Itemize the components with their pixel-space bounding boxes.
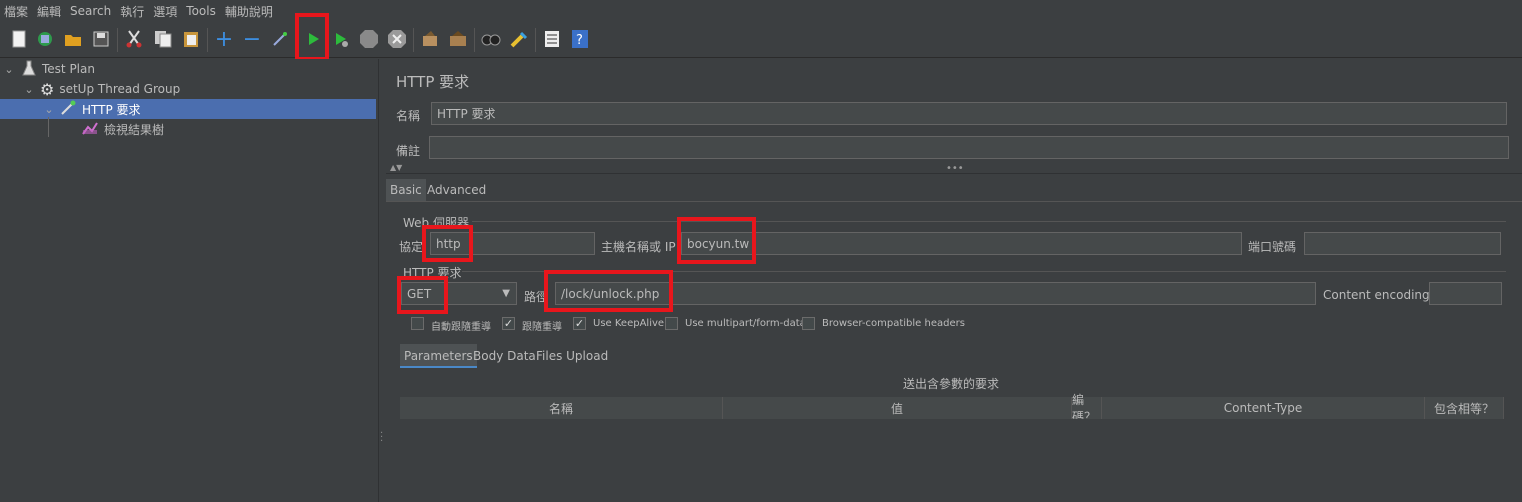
toggle-icon[interactable] [269,28,291,50]
collapse-icon[interactable]: − [241,27,263,52]
collapse-arrows-icon[interactable]: ▲▼ [390,163,402,172]
params-caption: 送出含參數的要求 [903,377,1000,391]
start-icon[interactable] [302,28,324,50]
path-label: 路徑 [524,290,549,304]
page-title: HTTP 要求 [396,73,470,91]
tab-files-upload[interactable]: Files Upload [536,344,608,368]
http-request-legend: HTTP 要求 [403,266,462,280]
column-header-name[interactable]: 名稱 [400,397,723,419]
redirect-auto-checkbox[interactable] [411,317,424,330]
chart-icon [82,121,98,138]
column-header-encode[interactable]: 編碼？ [1072,393,1102,424]
search-icon[interactable] [480,28,502,50]
keepalive-label: Use KeepAlive [593,318,665,329]
stop-icon[interactable] [358,28,380,50]
multipart-label: Use multipart/form-data [685,318,806,329]
menu-bar: 檔案 編輯 Search 執行 選項 Tools 輔助說明 [0,0,1522,22]
toolbar: + − ? [0,22,1522,58]
port-field[interactable] [1304,232,1501,255]
menu-tools[interactable]: Tools [186,4,216,18]
tab-parameters[interactable]: Parameters [400,344,477,368]
tab-body-data[interactable]: Body Data [473,344,536,368]
menu-run[interactable]: 執行 [120,3,144,20]
parameters-table-body[interactable] [400,419,1504,502]
comment-label: 備註 [396,144,421,158]
name-label: 名稱 [396,109,421,123]
reset-search-icon[interactable] [508,28,530,50]
tree-item-setup-thread-group[interactable]: ⌄ ⚙ setUp Thread Group [22,79,180,99]
pipette-icon [60,100,76,119]
svg-text:?: ? [576,33,583,48]
menu-file[interactable]: 檔案 [4,3,28,20]
http-request-panel: HTTP 要求 名稱 HTTP 要求 備註 ▲▼ ••• Basic Advan… [386,59,1522,502]
tab-basic[interactable]: Basic [386,179,426,201]
menu-options[interactable]: 選項 [153,3,177,20]
help-icon[interactable]: ? [569,28,591,50]
column-header-include-equals[interactable]: 包含相等？ [1425,397,1504,419]
name-field[interactable]: HTTP 要求 [431,102,1507,125]
start-no-pause-icon[interactable] [330,28,352,50]
tree-item-view-results-tree[interactable]: 檢視結果樹 [82,119,164,139]
browser-headers-checkbox[interactable] [802,317,815,330]
column-header-value[interactable]: 值 [723,397,1072,419]
shutdown-icon[interactable] [386,28,408,50]
flask-icon [22,60,36,79]
function-helper-icon[interactable] [541,28,563,50]
test-plan-tree: ⌄ Test Plan ⌄ ⚙ setUp Thread Group ⌄ HTT… [0,59,378,502]
comment-field[interactable] [429,136,1509,159]
tree-item-label: setUp Thread Group [59,82,181,96]
tree-item-test-plan[interactable]: ⌄ Test Plan [2,59,95,79]
open-icon[interactable] [62,28,84,50]
method-select[interactable]: GET ▼ [401,282,517,305]
multipart-checkbox[interactable] [665,317,678,330]
expand-icon[interactable]: + [213,27,235,52]
gear-icon: ⚙ [40,79,55,99]
chevron-down-icon[interactable]: ▼ [502,288,510,299]
port-label: 端口號碼 [1248,240,1297,254]
redirect-auto-label: 自動跟隨重導 [431,322,491,333]
keepalive-checkbox[interactable]: ✓ [573,317,586,330]
save-icon[interactable] [90,28,112,50]
paste-icon[interactable] [180,28,202,50]
copy-icon[interactable] [152,28,174,50]
column-header-content-type[interactable]: Content-Type [1102,397,1425,419]
encoding-field[interactable] [1429,282,1502,305]
tree-item-label: Test Plan [42,62,95,76]
web-server-legend: Web 伺服器 [403,216,469,230]
menu-search[interactable]: Search [70,4,111,18]
chevron-down-icon[interactable]: ⌄ [22,83,36,96]
host-label: 主機名稱或 IP [601,240,676,254]
follow-redirects-checkbox[interactable]: ✓ [502,317,515,330]
chevron-down-icon[interactable]: ⌄ [42,103,56,116]
path-field[interactable]: /lock/unlock.php [555,282,1316,305]
chevron-down-icon[interactable]: ⌄ [2,63,16,76]
encoding-label: Content encoding: [1323,288,1434,302]
new-icon[interactable] [8,28,30,50]
cut-icon[interactable] [123,28,145,50]
templates-icon[interactable] [34,28,56,50]
tab-advanced[interactable]: Advanced [427,179,486,201]
tree-item-http-request[interactable]: ⌄ HTTP 要求 [0,99,376,119]
host-field[interactable]: bocyun.tw [681,232,1242,255]
splitter-grip-icon[interactable]: · · · [380,429,383,447]
clear-icon[interactable] [419,28,441,50]
clear-all-icon[interactable] [447,28,469,50]
tree-item-label: 檢視結果樹 [104,122,165,137]
protocol-field[interactable]: http [430,232,595,255]
protocol-label: 協定 [399,240,424,254]
method-value: GET [407,286,432,301]
follow-redirects-label: 跟隨重導 [522,322,562,333]
menu-help[interactable]: 輔助說明 [225,3,273,20]
menu-edit[interactable]: 編輯 [37,3,61,20]
tree-item-label: HTTP 要求 [82,102,141,117]
browser-headers-label: Browser-compatible headers [822,318,965,329]
